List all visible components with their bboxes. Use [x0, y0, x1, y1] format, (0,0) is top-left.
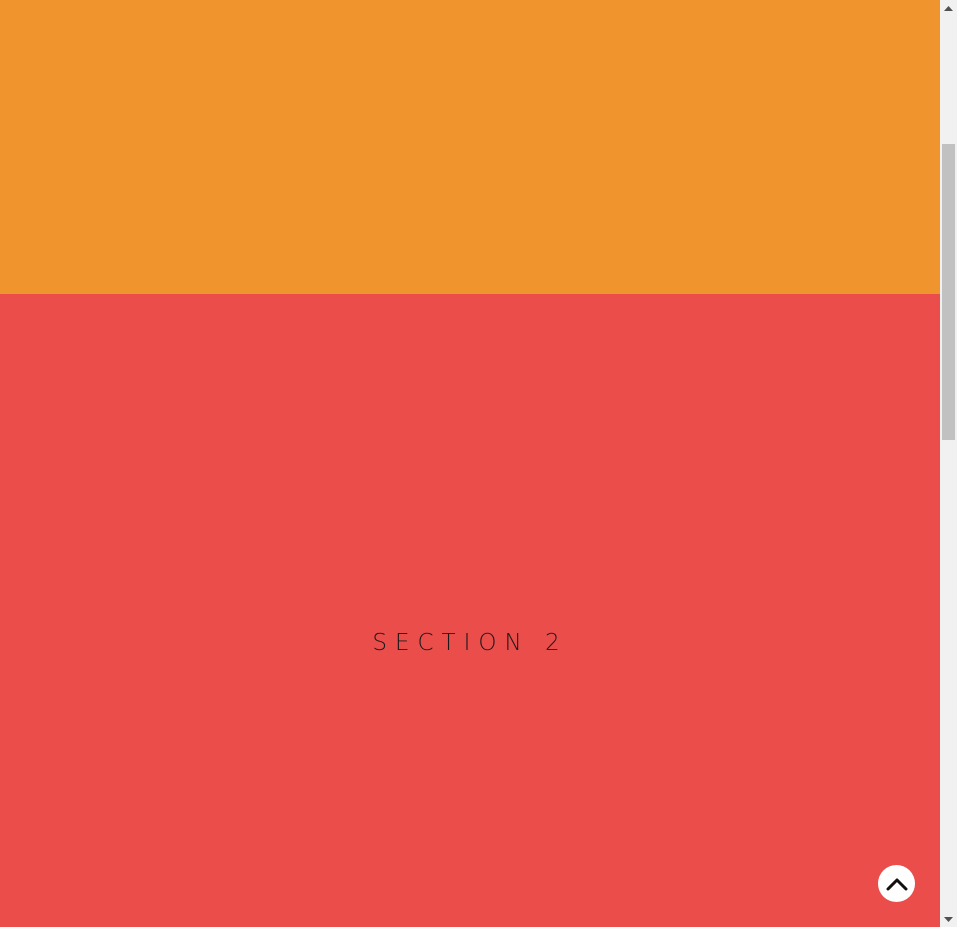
vertical-scrollbar[interactable]	[940, 0, 957, 927]
scrollbar-thumb[interactable]	[942, 144, 955, 440]
chevron-up-stroke	[886, 878, 907, 890]
section-1	[0, 0, 940, 294]
scroll-down-button[interactable]	[940, 910, 957, 927]
page-viewport: SECTION 2	[0, 0, 940, 927]
chevron-up-icon	[886, 878, 907, 890]
scroll-down-arrow-icon	[944, 916, 953, 922]
scroll-to-top-button[interactable]	[878, 865, 915, 902]
scroll-up-button[interactable]	[940, 0, 957, 17]
scroll-up-arrow-icon	[944, 5, 953, 11]
section-title: SECTION 2	[372, 630, 568, 656]
section-2: SECTION 2	[0, 294, 940, 927]
